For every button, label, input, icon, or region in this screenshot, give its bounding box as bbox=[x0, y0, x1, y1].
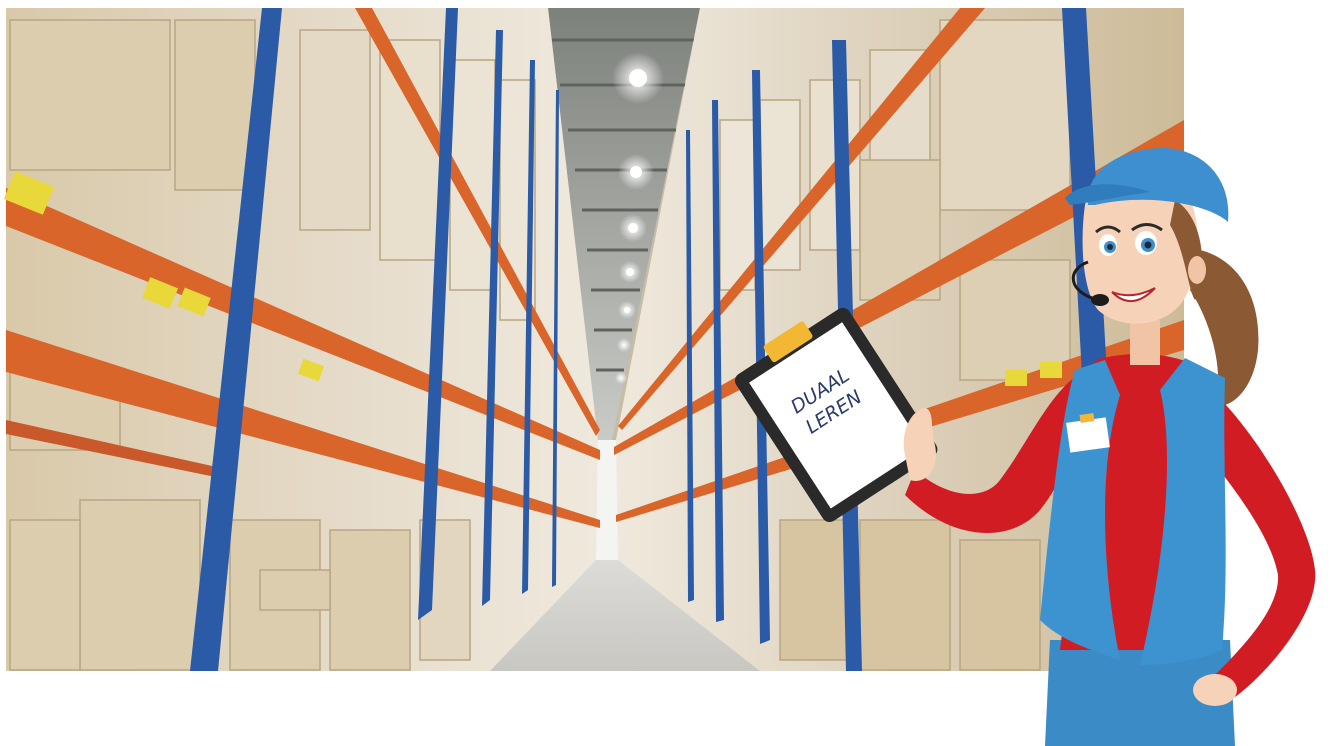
warehouse-photo bbox=[3, 8, 1184, 671]
warehouse-scene: DUAAL LEREN bbox=[3, 8, 1316, 746]
